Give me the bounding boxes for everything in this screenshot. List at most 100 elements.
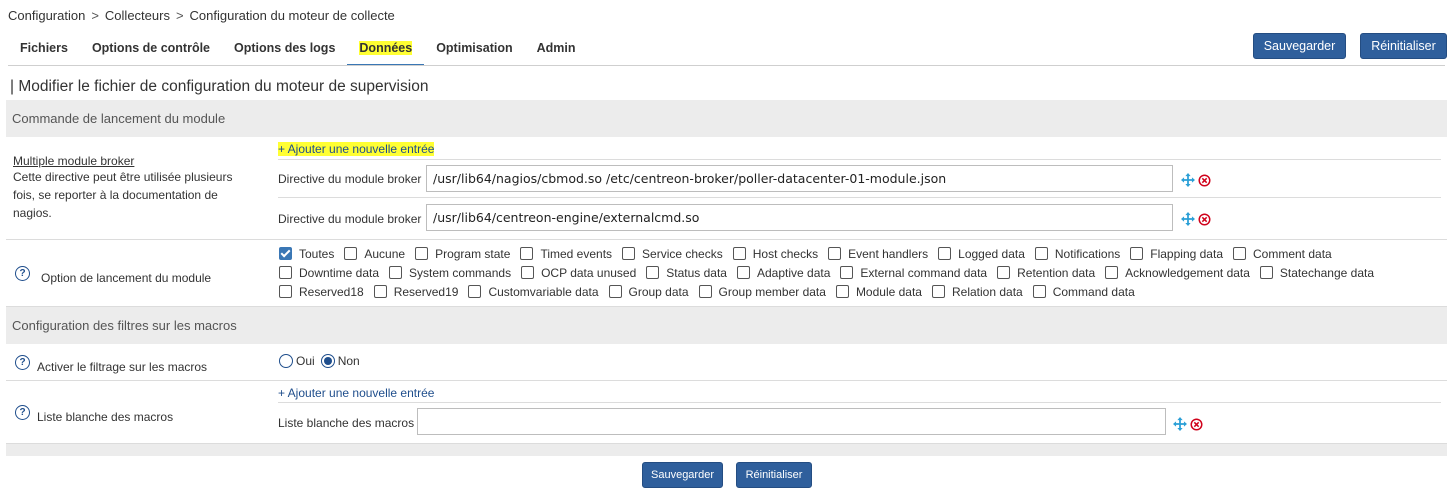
checkbox-external-command-data[interactable]: External command data xyxy=(840,266,987,280)
delete-circle-icon[interactable] xyxy=(1198,174,1211,187)
checkbox-reserved18[interactable]: Reserved18 xyxy=(279,285,364,299)
question-circle-icon[interactable]: ? xyxy=(15,266,30,281)
checkbox-box xyxy=(938,247,952,260)
checkbox-box xyxy=(835,285,849,298)
row-macro-filter: ? Activer le filtrage sur les macros Oui… xyxy=(6,344,1447,381)
move-arrows-icon[interactable] xyxy=(1181,173,1195,187)
radio-dot xyxy=(279,354,293,368)
checkbox-statechange-data[interactable]: Statechange data xyxy=(1259,266,1374,280)
delete-circle-icon[interactable] xyxy=(1198,213,1211,226)
checkbox-box xyxy=(931,285,945,298)
checkbox-box xyxy=(622,247,636,260)
checkbox-group-data[interactable]: Group data xyxy=(608,285,689,299)
radio-oui[interactable]: Oui xyxy=(279,354,315,368)
checkbox-box xyxy=(344,247,358,260)
checkbox-timed-events[interactable]: Timed events xyxy=(520,247,612,261)
broker-field-label: Directive du module broker xyxy=(278,172,422,186)
checkbox-box xyxy=(389,266,403,279)
add-broker-entry-link[interactable]: + Ajouter une nouvelle entrée xyxy=(278,142,435,156)
radio-dot xyxy=(320,354,335,368)
breadcrumb-item-collecteurs[interactable]: Collecteurs xyxy=(105,8,170,23)
checkbox-retention-data[interactable]: Retention data xyxy=(997,266,1095,280)
question-circle-icon[interactable]: ? xyxy=(15,405,30,420)
checkbox-ocp-data-unused[interactable]: OCP data unused xyxy=(521,266,636,280)
breadcrumb-item-configuration[interactable]: Configuration xyxy=(8,8,85,23)
checkbox-box xyxy=(1032,285,1046,298)
checkbox-toutes[interactable]: Toutes xyxy=(279,247,334,261)
tab-optimisation[interactable]: Optimisation xyxy=(424,36,524,66)
macro-filter-label: Activer le filtrage sur les macros xyxy=(37,360,208,374)
save-button-bottom[interactable]: Sauvegarder xyxy=(642,462,723,488)
whitelist-field-label: Liste blanche des macros xyxy=(278,416,415,430)
tab-donnees[interactable]: Données xyxy=(347,36,425,66)
checkbox-box xyxy=(732,247,746,260)
checkbox-downtime-data[interactable]: Downtime data xyxy=(279,266,379,280)
checkbox-relation-data[interactable]: Relation data xyxy=(931,285,1023,299)
checkbox-status-data[interactable]: Status data xyxy=(646,266,727,280)
checkbox-comment-data[interactable]: Comment data xyxy=(1233,247,1332,261)
checkbox-service-checks[interactable]: Service checks xyxy=(622,247,723,261)
checkbox-group-member-data[interactable]: Group member data xyxy=(698,285,826,299)
checkbox-box xyxy=(1130,247,1144,260)
macro-filter-radio-group: Oui Non xyxy=(279,354,366,368)
macro-whitelist-label: Liste blanche des macros xyxy=(37,410,174,424)
breadcrumb-separator: > xyxy=(175,8,184,23)
page-title: | Modifier le fichier de configuration d… xyxy=(10,78,429,95)
checkbox-aucune[interactable]: Aucune xyxy=(344,247,405,261)
checkbox-box xyxy=(415,247,429,260)
checkbox-host-checks[interactable]: Host checks xyxy=(732,247,818,261)
checkbox-box xyxy=(1259,266,1273,279)
broker-directive-input-1[interactable]: /usr/lib64/nagios/cbmod.so /etc/centreon… xyxy=(426,165,1173,192)
reset-button-top[interactable]: Réinitialiser xyxy=(1360,33,1447,59)
launch-options-checkboxes: Toutes Aucune Program state Timed events… xyxy=(279,244,1384,301)
checkbox-notifications[interactable]: Notifications xyxy=(1034,247,1120,261)
entry-divider xyxy=(278,402,1441,403)
checkbox-command-data[interactable]: Command data xyxy=(1032,285,1135,299)
checkbox-module-data[interactable]: Module data xyxy=(835,285,922,299)
checkbox-acknowledgement-data[interactable]: Acknowledgement data xyxy=(1105,266,1250,280)
checkbox-box xyxy=(646,266,660,279)
checkbox-program-state[interactable]: Program state xyxy=(415,247,510,261)
checkbox-box xyxy=(279,266,292,279)
macro-whitelist-input[interactable] xyxy=(417,408,1166,435)
tab-fichiers[interactable]: Fichiers xyxy=(8,36,80,66)
checkbox-box xyxy=(279,285,292,298)
checkbox-reserved19[interactable]: Reserved19 xyxy=(373,285,458,299)
checkbox-box xyxy=(279,247,292,260)
checkbox-flapping-data[interactable]: Flapping data xyxy=(1130,247,1223,261)
checkbox-box xyxy=(468,285,482,298)
tab-options-logs[interactable]: Options des logs xyxy=(222,36,347,66)
move-arrows-icon[interactable] xyxy=(1181,212,1195,226)
tab-options-controle[interactable]: Options de contrôle xyxy=(80,36,222,66)
tab-bar: Fichiers Options de contrôle Options des… xyxy=(8,36,588,66)
checkbox-row: Toutes Aucune Program state Timed events… xyxy=(279,244,1384,263)
checkbox-row: Downtime data System commands OCP data u… xyxy=(279,263,1384,282)
checkbox-box xyxy=(828,247,842,260)
checkbox-box xyxy=(608,285,622,298)
row-macro-whitelist: ? Liste blanche des macros + Ajouter une… xyxy=(6,381,1447,444)
row-launch-options: ? Option de lancement du module Toutes A… xyxy=(6,240,1447,307)
question-circle-icon[interactable]: ? xyxy=(15,355,30,370)
checkbox-box xyxy=(1034,247,1048,260)
entry-divider xyxy=(278,197,1441,198)
checkbox-box xyxy=(698,285,712,298)
broker-directive-input-2[interactable]: /usr/lib64/centreon-engine/externalcmd.s… xyxy=(426,204,1173,231)
launch-options-label: Option de lancement du module xyxy=(41,271,212,285)
checkbox-box xyxy=(373,285,387,298)
checkbox-box xyxy=(1105,266,1119,279)
move-arrows-icon[interactable] xyxy=(1173,417,1187,431)
section-header-module-launch: Commande de lancement du module xyxy=(6,100,1447,137)
checkbox-box xyxy=(521,266,535,279)
checkbox-system-commands[interactable]: System commands xyxy=(389,266,511,280)
row-module-broker: Multiple module broker Cette directive p… xyxy=(6,137,1447,240)
checkbox-logged-data[interactable]: Logged data xyxy=(938,247,1025,261)
checkbox-adaptive-data[interactable]: Adaptive data xyxy=(736,266,830,280)
checkbox-event-handlers[interactable]: Event handlers xyxy=(828,247,928,261)
checkbox-customvariable-data[interactable]: Customvariable data xyxy=(468,285,599,299)
add-whitelist-entry-link[interactable]: + Ajouter une nouvelle entrée xyxy=(278,386,434,400)
radio-non[interactable]: Non xyxy=(320,354,360,368)
reset-button-bottom[interactable]: Réinitialiser xyxy=(736,462,812,488)
delete-circle-icon[interactable] xyxy=(1190,418,1203,431)
tab-admin[interactable]: Admin xyxy=(525,36,588,66)
save-button-top[interactable]: Sauvegarder xyxy=(1253,33,1346,59)
